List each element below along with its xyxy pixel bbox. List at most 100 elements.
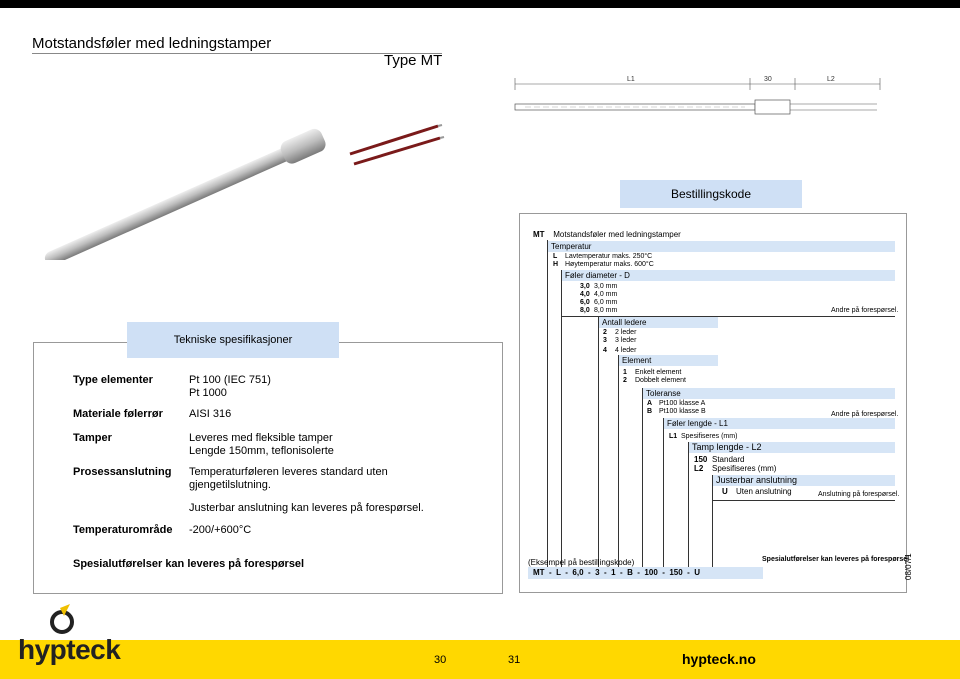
order-special-note: Spesialutførelser kan leveres på forespø… [762,556,910,563]
divider [712,500,895,501]
title-divider [32,53,442,54]
adj-note: Anslutning på forespørsel. [818,491,900,498]
spec-value-tamper: Leveres med fleksible tamper Lengde 150m… [189,432,334,458]
spec-value-material: AISI 316 [189,408,232,420]
logo-icon [50,604,74,634]
temp-opt-h: H Høytemperatur maks. 600°C [553,261,654,269]
code: 3,0 [580,283,590,290]
desc: 8,0 mm [594,307,618,314]
connector-line [712,475,713,578]
len-opt: L1 Spesifiseres (mm) [669,433,737,441]
desc: 4,0 mm [594,291,618,298]
tamp-opt: L2 Spesifiseres (mm) [694,464,776,473]
type-label: Type MT [384,52,443,69]
order-adjust-bar: Justerbar anslutning [712,475,895,486]
adj-opt: U Uten anslutning [722,487,792,496]
spec-line: Leveres med fleksible tamper [189,432,333,444]
wire-opt: 2 2 leder [603,329,636,337]
code: 8,0 [580,307,590,314]
spec-value-temp: -200/+600°C [189,524,252,536]
connector-line [618,355,619,578]
order-wire-bar: Antall ledere [598,317,718,328]
elem-opt: 2 Dobbelt element [623,377,686,385]
desc: Standard [712,455,745,464]
desc: Høytemperatur maks. 600°C [565,261,654,268]
tol-note: Andre på forespørsel. [831,411,899,418]
sensor-illustration [44,124,445,260]
specs-footer-note: Spesialutførelser kan leveres på forespø… [73,558,305,570]
elem-opt: 1 Enkelt element [623,369,681,377]
order-mt-desc: Motstandsføler med ledningstamper [553,230,681,239]
logo-wordmark: hypteck [18,634,121,665]
desc: Enkelt element [635,369,682,376]
code: 4 [603,347,607,354]
example-title: (Eksempel på bestillingskode) [528,558,635,567]
code: 6,0 [580,299,590,306]
date-stamp: 08/07/1 [904,553,913,580]
spec-line: Pt 100 (IEC 751) [189,374,271,386]
code: 1 [623,369,627,376]
footer-bar [0,640,960,679]
spec-line: Temperaturføleren leveres standard uten [189,466,388,478]
dia-opt: 4,0 4,0 mm [580,291,617,299]
order-element-bar: Element [618,355,718,366]
order-mt-code: MT [533,230,545,239]
order-tamp-bar: Tamp lengde - L2 [688,442,895,453]
spec-label-type: Type elementer [73,374,153,386]
desc: 3,0 mm [594,283,618,290]
desc: Dobbelt element [635,377,686,384]
spec-label-process: Prosessanslutning [73,466,172,478]
spec-gap [189,492,424,502]
code: A [647,400,653,407]
code: 150 [694,455,708,464]
dia-opt: 3,0 3,0 mm [580,283,617,291]
tol-opt: A Pt100 klasse A [647,400,705,408]
top-bar [0,0,960,8]
desc: Pt100 klasse A [659,400,706,407]
specs-heading: Tekniske spesifikasjoner [127,322,339,358]
code: U [722,487,728,496]
spec-line: gjengetilslutning. [189,479,271,491]
order-tolerance-bar: Toleranse [642,388,895,399]
connector-line [547,240,548,578]
spec-line: Pt 1000 [189,387,227,399]
desc: Lavtemperatur maks. 250°C [565,253,653,260]
code: 2 [623,377,627,384]
example-code: MT - L - 6,0 - 3 - 1 - B - 100 - 150 - U [528,567,763,579]
order-temp-bar: Temperatur [547,241,895,252]
spec-value-process: Temperaturføleren leveres standard uten … [189,466,424,515]
code: L2 [694,464,704,473]
order-length-bar: Føler lengde - L1 [663,418,895,429]
desc: Pt100 klasse B [659,408,706,415]
order-dia-bar: Føler diameter - D [561,270,895,281]
wire-opt: 3 3 leder [603,337,636,345]
wire-opt: 4 4 leder [603,347,636,355]
spec-label-temp: Temperaturområde [73,524,173,536]
page-title: Motstandsføler med ledningstamper [32,35,272,52]
code: 3 [603,337,607,344]
spec-line: Lengde 150mm, teflonisolerte [189,445,334,457]
spec-line: Justerbar anslutning kan leveres på fore… [189,502,424,514]
spec-label-tamper: Tamper [73,432,112,444]
code: L1 [669,433,678,440]
code: H [553,261,559,268]
brand-url[interactable]: hypteck.no [682,651,756,667]
desc: 2 leder [615,329,637,336]
dia-opt: 8,0 8,0 mm [580,307,617,315]
connector-line [688,442,689,578]
desc: Spesifiseres (mm) [712,464,777,473]
dia-opt: 6,0 6,0 mm [580,299,617,307]
dim-l1-label: L1 [627,76,635,83]
connector-line [642,388,643,578]
dimension-drawing [514,78,881,115]
desc: 6,0 mm [594,299,618,306]
code: L [553,253,558,260]
dim-l2-label: L2 [827,76,835,83]
desc: Spesifiseres (mm) [681,433,738,440]
temp-opt-l: L Lavtemperatur maks. 250°C [553,253,652,261]
dia-note: Andre på forespørsel. [831,307,899,314]
code: 2 [603,329,607,336]
connector-line [598,316,599,578]
code: B [647,408,653,415]
code: 4,0 [580,291,590,298]
